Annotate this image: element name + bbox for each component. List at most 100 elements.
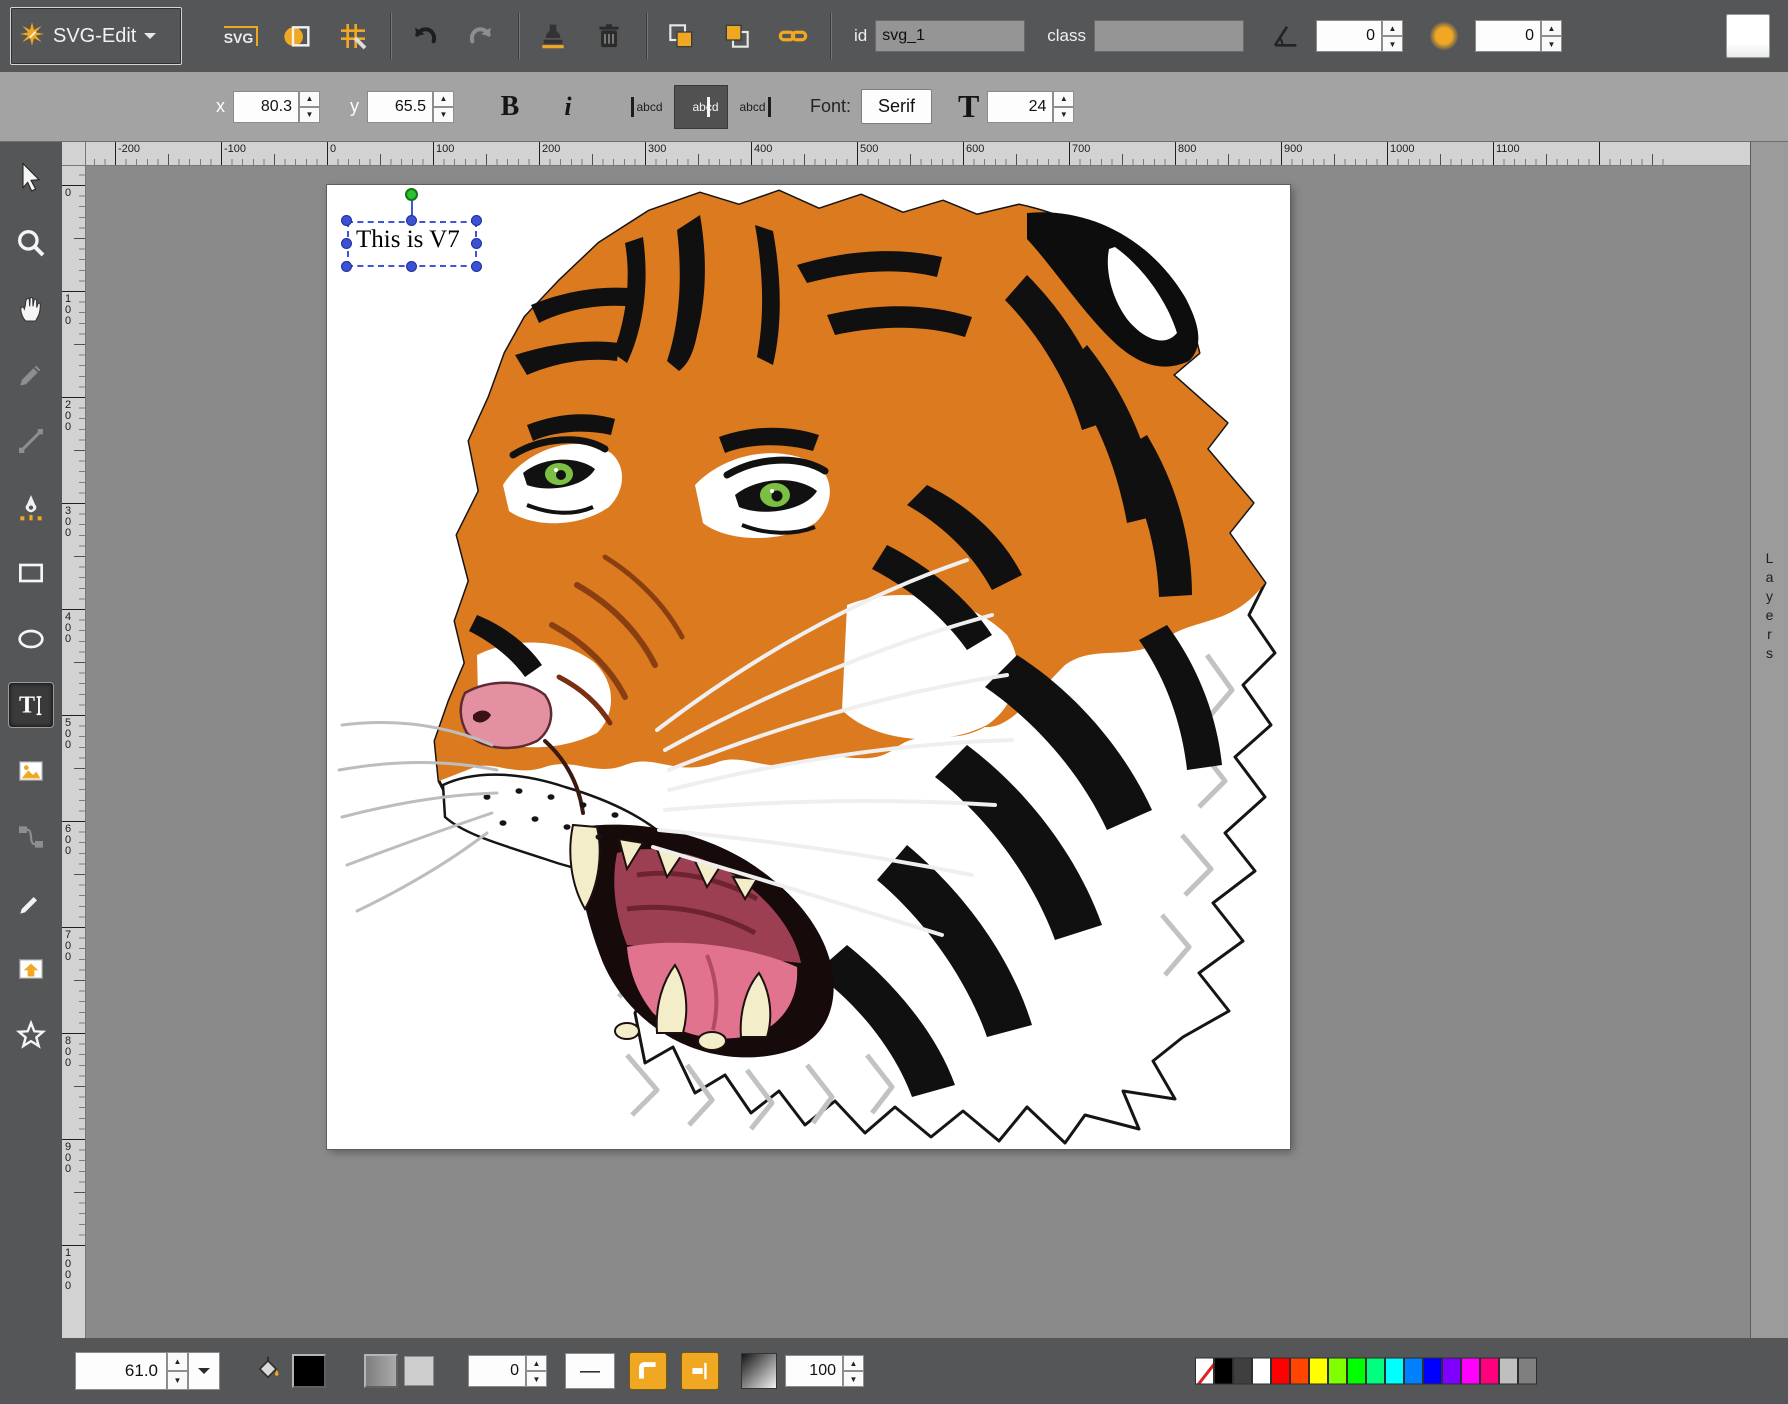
font-size-input[interactable]	[987, 91, 1053, 123]
fill-color-swatch[interactable]	[292, 1354, 326, 1388]
document-properties-button[interactable]	[274, 13, 320, 59]
toolbar-separator	[830, 13, 832, 59]
palette-swatch[interactable]	[1404, 1358, 1423, 1385]
bold-button[interactable]: B	[488, 85, 532, 129]
zoom-spinner[interactable]	[167, 1352, 188, 1390]
text-tool[interactable]: T	[8, 682, 54, 728]
stroke-color-swatch[interactable]	[364, 1354, 398, 1388]
ellipse-tool[interactable]	[8, 616, 54, 662]
palette-swatch[interactable]	[1480, 1358, 1499, 1385]
clone-button[interactable]	[530, 13, 576, 59]
y-coordinate-input[interactable]	[367, 91, 433, 123]
palette-swatch[interactable]	[1290, 1358, 1309, 1385]
opacity-spinner[interactable]	[843, 1355, 864, 1387]
rotation-handle[interactable]	[405, 188, 418, 201]
angle-input[interactable]	[1316, 20, 1382, 52]
source-editor-button[interactable]: SVG	[218, 13, 264, 59]
svg-canvas[interactable]: This is V7	[327, 185, 1290, 1149]
palette-swatch[interactable]	[1233, 1358, 1252, 1385]
palette-swatch[interactable]	[1366, 1358, 1385, 1385]
palette-swatch[interactable]	[1214, 1358, 1233, 1385]
editor-preferences-button[interactable]	[330, 13, 376, 59]
canvas-region[interactable]: This is V7	[86, 166, 1750, 1338]
angle-icon	[1269, 20, 1301, 52]
pan-tool[interactable]	[8, 286, 54, 332]
font-size-spinner[interactable]	[1053, 91, 1074, 123]
opacity-input[interactable]	[785, 1355, 843, 1387]
eyedropper-tool[interactable]	[8, 880, 54, 926]
stroke-width-spinner[interactable]	[526, 1355, 547, 1387]
palette-swatch[interactable]	[1518, 1358, 1537, 1385]
align-left-button[interactable]: abcd	[620, 85, 674, 129]
palette-swatch[interactable]	[1385, 1358, 1404, 1385]
rotation-angle-control	[1262, 13, 1308, 59]
zoom-tool[interactable]	[8, 220, 54, 266]
selection-handle-n[interactable]	[406, 215, 417, 226]
font-family-button[interactable]: Serif	[861, 89, 932, 124]
angle-spinner[interactable]	[1382, 20, 1403, 52]
zoom-dropdown-button[interactable]	[188, 1352, 220, 1390]
blur-input[interactable]	[1475, 20, 1541, 52]
palette-swatch[interactable]	[1461, 1358, 1480, 1385]
undo-button[interactable]	[402, 13, 448, 59]
pencil-icon	[15, 359, 47, 391]
selection-handle-w[interactable]	[341, 238, 352, 249]
pencil-tool[interactable]	[8, 352, 54, 398]
image-tool[interactable]	[8, 748, 54, 794]
selection-handle-s[interactable]	[406, 261, 417, 272]
palette-swatch[interactable]	[1271, 1358, 1290, 1385]
selection-handle-nw[interactable]	[341, 215, 352, 226]
path-tool[interactable]	[8, 484, 54, 530]
magnifier-icon	[15, 227, 47, 259]
align-center-button[interactable]: abcd	[674, 85, 728, 129]
palette-swatch[interactable]	[1252, 1358, 1271, 1385]
blur-spinner[interactable]	[1541, 20, 1562, 52]
palette-swatch[interactable]	[1309, 1358, 1328, 1385]
line-tool[interactable]	[8, 418, 54, 464]
rectangle-icon	[15, 557, 47, 589]
redo-button[interactable]	[458, 13, 504, 59]
stroke-dash-select[interactable]: —	[565, 1353, 615, 1389]
connector-tool[interactable]	[8, 814, 54, 860]
element-class-input[interactable]	[1094, 20, 1244, 52]
x-spinner[interactable]	[299, 91, 320, 123]
selection-handle-sw[interactable]	[341, 261, 352, 272]
palette-swatch[interactable]	[1499, 1358, 1518, 1385]
background-color-swatch[interactable]	[1726, 14, 1770, 58]
rectangle-tool[interactable]	[8, 550, 54, 596]
star-icon	[15, 1019, 47, 1051]
align-right-button[interactable]: abcd	[728, 85, 782, 129]
selection-handle-ne[interactable]	[471, 215, 482, 226]
delete-button[interactable]	[586, 13, 632, 59]
palette-swatch[interactable]	[1328, 1358, 1347, 1385]
palette-swatch[interactable]	[1347, 1358, 1366, 1385]
palette-swatch[interactable]	[1423, 1358, 1442, 1385]
stroke-width-input[interactable]	[468, 1355, 526, 1387]
fill-bucket-icon	[254, 1355, 282, 1388]
star-tool[interactable]	[8, 1012, 54, 1058]
element-id-input[interactable]	[875, 20, 1025, 52]
ruler-corner	[62, 142, 86, 166]
main-menu-button[interactable]: SVG-Edit	[10, 7, 182, 65]
y-spinner[interactable]	[433, 91, 454, 123]
zoom-input[interactable]	[75, 1352, 167, 1390]
palette-swatch[interactable]	[1442, 1358, 1461, 1385]
make-link-button[interactable]	[770, 13, 816, 59]
selection-handle-e[interactable]	[471, 238, 482, 249]
toolbar-separator	[390, 13, 392, 59]
italic-button[interactable]: i	[546, 85, 590, 129]
stroke-paint-swatch[interactable]	[404, 1356, 434, 1386]
select-tool[interactable]	[8, 154, 54, 200]
selection-handle-se[interactable]	[471, 261, 482, 272]
move-to-top-button[interactable]	[714, 13, 760, 59]
menu-caret-icon	[144, 33, 156, 45]
move-to-bottom-button[interactable]	[658, 13, 704, 59]
stroke-linecap-button[interactable]	[681, 1352, 719, 1390]
shape-library-tool[interactable]	[8, 946, 54, 992]
layers-panel[interactable]: Layers	[1750, 142, 1788, 1338]
tiger-artwork[interactable]	[327, 185, 1290, 1149]
stroke-linejoin-button[interactable]	[629, 1352, 667, 1390]
main-toolbar: SVG-Edit SVG	[0, 0, 1788, 72]
x-coordinate-input[interactable]	[233, 91, 299, 123]
palette-swatch-none[interactable]	[1195, 1358, 1214, 1385]
